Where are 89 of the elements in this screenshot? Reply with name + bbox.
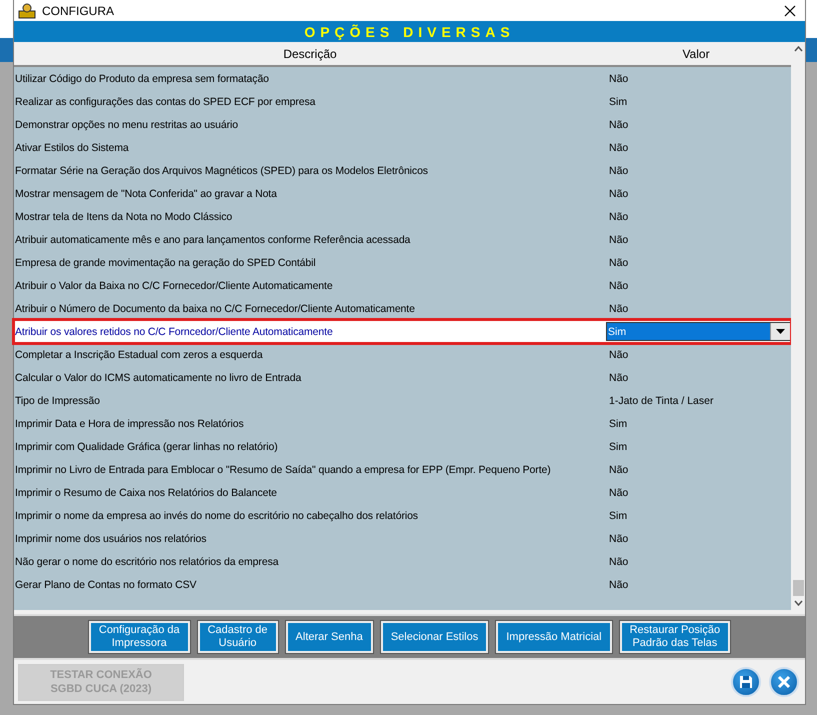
table-cell-text: Não bbox=[608, 118, 628, 130]
table-row[interactable]: Imprimir nome dos usuários nos relatórios Não bbox=[14, 527, 791, 550]
dropdown-button[interactable] bbox=[770, 323, 790, 340]
app-icon bbox=[18, 2, 36, 18]
window-title: CONFIGURA bbox=[42, 4, 115, 18]
table-cell-text: Atribuir o Número de Documento da baixa no C/C Fornecedor/Cliente Automaticamente bbox=[14, 302, 416, 314]
table-cell-text: Não bbox=[608, 72, 628, 84]
scroll-up-icon[interactable] bbox=[794, 46, 802, 52]
table-row[interactable]: Imprimir o nome da empresa ao invés do nome do escritório no cabeçalho dos relatórios Sim bbox=[14, 504, 791, 527]
value-dropdown[interactable]: Sim bbox=[606, 322, 791, 341]
close-icon bbox=[777, 675, 791, 689]
column-header: Descrição bbox=[282, 46, 338, 62]
table-cell-text: Atribuir automaticamente mês e ano para lançamentos conforme Referência acessada bbox=[14, 234, 412, 246]
table-cell-text: Sim bbox=[608, 96, 628, 108]
table-cell-text: Não bbox=[608, 142, 628, 154]
scroll-thumb[interactable] bbox=[792, 580, 804, 596]
table-row[interactable]: Demonstrar opções no menu restritas ao usuário Não bbox=[14, 113, 791, 136]
table-cell-text: Não bbox=[608, 578, 628, 590]
table-cell-text: Imprimir o Resumo de Caixa nos Relatórios do Balancete bbox=[14, 486, 278, 498]
table-cell-text: Gerar Plano de Contas no formato CSV bbox=[14, 578, 198, 590]
action-button[interactable]: Cadastro de Usuário bbox=[198, 621, 278, 653]
panel-title: OPÇÕES DIVERSAS bbox=[14, 21, 805, 42]
table-cell-text: Não bbox=[608, 486, 628, 498]
table-cell-text: Não bbox=[608, 372, 628, 384]
table-cell-text: Não bbox=[608, 256, 628, 268]
action-button[interactable]: Alterar Senha bbox=[286, 621, 373, 653]
table-cell-text: Completar a Inscrição Estadual com zeros a esquerda bbox=[14, 348, 264, 360]
table-cell-text: Mostrar tela de Itens da Nota no Modo Clássico bbox=[14, 210, 234, 222]
table-cell-text: Mostrar mensagem de "Nota Conferida" ao gravar a Nota bbox=[14, 188, 278, 200]
table-cell-text: Não bbox=[608, 280, 628, 292]
table-row[interactable]: Calcular o Valor do ICMS automaticamente no livro de Entrada Não bbox=[14, 366, 791, 389]
table-cell-text: Realizar as configurações das contas do SPED ECF por empresa bbox=[14, 96, 316, 108]
table-row[interactable]: Atribuir automaticamente mês e ano para lançamentos conforme Referência acessada Não bbox=[14, 228, 791, 251]
table-cell-text: Não bbox=[608, 348, 628, 360]
table-cell-text: Não gerar o nome do escritório nos relatórios da empresa bbox=[14, 556, 280, 568]
table-row[interactable]: Realizar as configurações das contas do SPED ECF por empresa Sim bbox=[14, 90, 791, 113]
table-cell-text: Imprimir nome dos usuários nos relatórios bbox=[14, 532, 208, 544]
table-cell-text: Utilizar Código do Produto da empresa sem formatação bbox=[14, 72, 270, 84]
action-button[interactable]: Selecionar Estilos bbox=[380, 621, 488, 653]
table-cell-text: Não bbox=[608, 302, 628, 314]
table-cell-text: Não bbox=[608, 164, 628, 176]
close-icon bbox=[784, 4, 796, 16]
table-row[interactable]: Imprimir o Resumo de Caixa nos Relatórios do Balancete Não bbox=[14, 481, 791, 504]
table-cell-text: Não bbox=[608, 188, 628, 200]
table-cell-text: Atribuir os valores retidos no C/C Forncedor/Cliente Automaticamente bbox=[14, 326, 334, 338]
action-button[interactable]: Configuração da Impressora bbox=[88, 621, 190, 653]
table-cell-text: Tipo de Impressão bbox=[14, 394, 101, 406]
table-row[interactable]: Mostrar mensagem de "Nota Conferida" ao gravar a Nota Não bbox=[14, 182, 791, 205]
table-row[interactable]: Imprimir com Qualidade Gráfica (gerar linhas no relatório) Sim bbox=[14, 435, 791, 458]
floppy-icon bbox=[739, 675, 753, 689]
table-cell-text: Imprimir com Qualidade Gráfica (gerar linhas no relatório) bbox=[14, 440, 279, 452]
scroll-down-icon[interactable] bbox=[794, 600, 802, 606]
table-cell-text: Formatar Série na Geração dos Arquivos Magnéticos (SPED) para os Modelos Eletrônicos bbox=[14, 164, 429, 176]
table-row[interactable]: Utilizar Código do Produto da empresa sem formatação Não bbox=[14, 67, 791, 90]
table-row[interactable]: Empresa de grande movimentação na geração do SPED Contábil Não bbox=[14, 251, 791, 274]
table-cell-text: Não bbox=[608, 234, 628, 246]
table-cell-text: Não bbox=[608, 464, 628, 476]
table-row[interactable]: Atribuir o Valor da Baixa no C/C Fornecedor/Cliente Automaticamente Não bbox=[14, 274, 791, 297]
table-cell-text: Imprimir no Livro de Entrada para Emblocar o "Resumo de Saída" quando a empresa for EPP (Empr. Pequeno Porte) bbox=[14, 464, 552, 476]
table-row[interactable]: Formatar Série na Geração dos Arquivos Magnéticos (SPED) para os Modelos Eletrônicos Não bbox=[14, 159, 791, 182]
table-cell-text: Não bbox=[608, 532, 628, 544]
table-row[interactable]: Atribuir os valores retidos no C/C Forncedor/Cliente Automaticamente Sim bbox=[14, 320, 791, 343]
table-cell-text: Sim bbox=[608, 510, 628, 522]
table-row[interactable]: Atribuir o Número de Documento da baixa no C/C Fornecedor/Cliente Automaticamente Não bbox=[14, 297, 791, 320]
table-row[interactable]: Não gerar o nome do escritório nos relatórios da empresa Não bbox=[14, 550, 791, 573]
table-cell-text: Demonstrar opções no menu restritas ao usuário bbox=[14, 118, 240, 130]
table-cell-text: Atribuir o Valor da Baixa no C/C Fornecedor/Cliente Automaticamente bbox=[14, 280, 334, 292]
table-row[interactable]: Imprimir Data e Hora de impressão nos Relatórios Sim bbox=[14, 412, 791, 435]
table-cell-text: Imprimir o nome da empresa ao invés do nome do escritório no cabeçalho dos relatórios bbox=[14, 510, 419, 522]
table-cell-text: Sim bbox=[608, 418, 628, 430]
save-button[interactable] bbox=[731, 667, 761, 697]
table-row[interactable]: Tipo de Impressão 1-Jato de Tinta / Laser bbox=[14, 389, 791, 412]
table-cell-text: Calcular o Valor do ICMS automaticamente no livro de Entrada bbox=[14, 372, 302, 384]
table-cell-text: Não bbox=[608, 556, 628, 568]
table-cell-text: Imprimir Data e Hora de impressão nos Relatórios bbox=[14, 418, 245, 430]
column-header: Valor bbox=[681, 46, 711, 62]
action-button[interactable]: Restaurar Posição Padrão das Telas bbox=[620, 621, 730, 653]
table-row[interactable]: Imprimir no Livro de Entrada para Emblocar o "Resumo de Saída" quando a empresa for EPP (Empr. Pequeno Porte) Não bbox=[14, 458, 791, 481]
table-cell-text: Não bbox=[608, 210, 628, 222]
action-button[interactable]: Impressão Matricial bbox=[496, 621, 612, 653]
table-cell-text: 1-Jato de Tinta / Laser bbox=[608, 394, 714, 406]
table-row[interactable]: Ativar Estilos do Sistema Não bbox=[14, 136, 791, 159]
table-cell-text: Empresa de grande movimentação na geração do SPED Contábil bbox=[14, 256, 317, 268]
table-row[interactable]: Gerar Plano de Contas no formato CSV Não bbox=[14, 573, 791, 596]
table-row[interactable]: Completar a Inscrição Estadual com zeros a esquerda Não bbox=[14, 343, 791, 366]
table-cell-text: Ativar Estilos do Sistema bbox=[14, 142, 130, 154]
table-cell-text: Sim bbox=[608, 440, 628, 452]
table-row[interactable]: Mostrar tela de Itens da Nota no Modo Clássico Não bbox=[14, 205, 791, 228]
caret-icon bbox=[776, 329, 785, 334]
